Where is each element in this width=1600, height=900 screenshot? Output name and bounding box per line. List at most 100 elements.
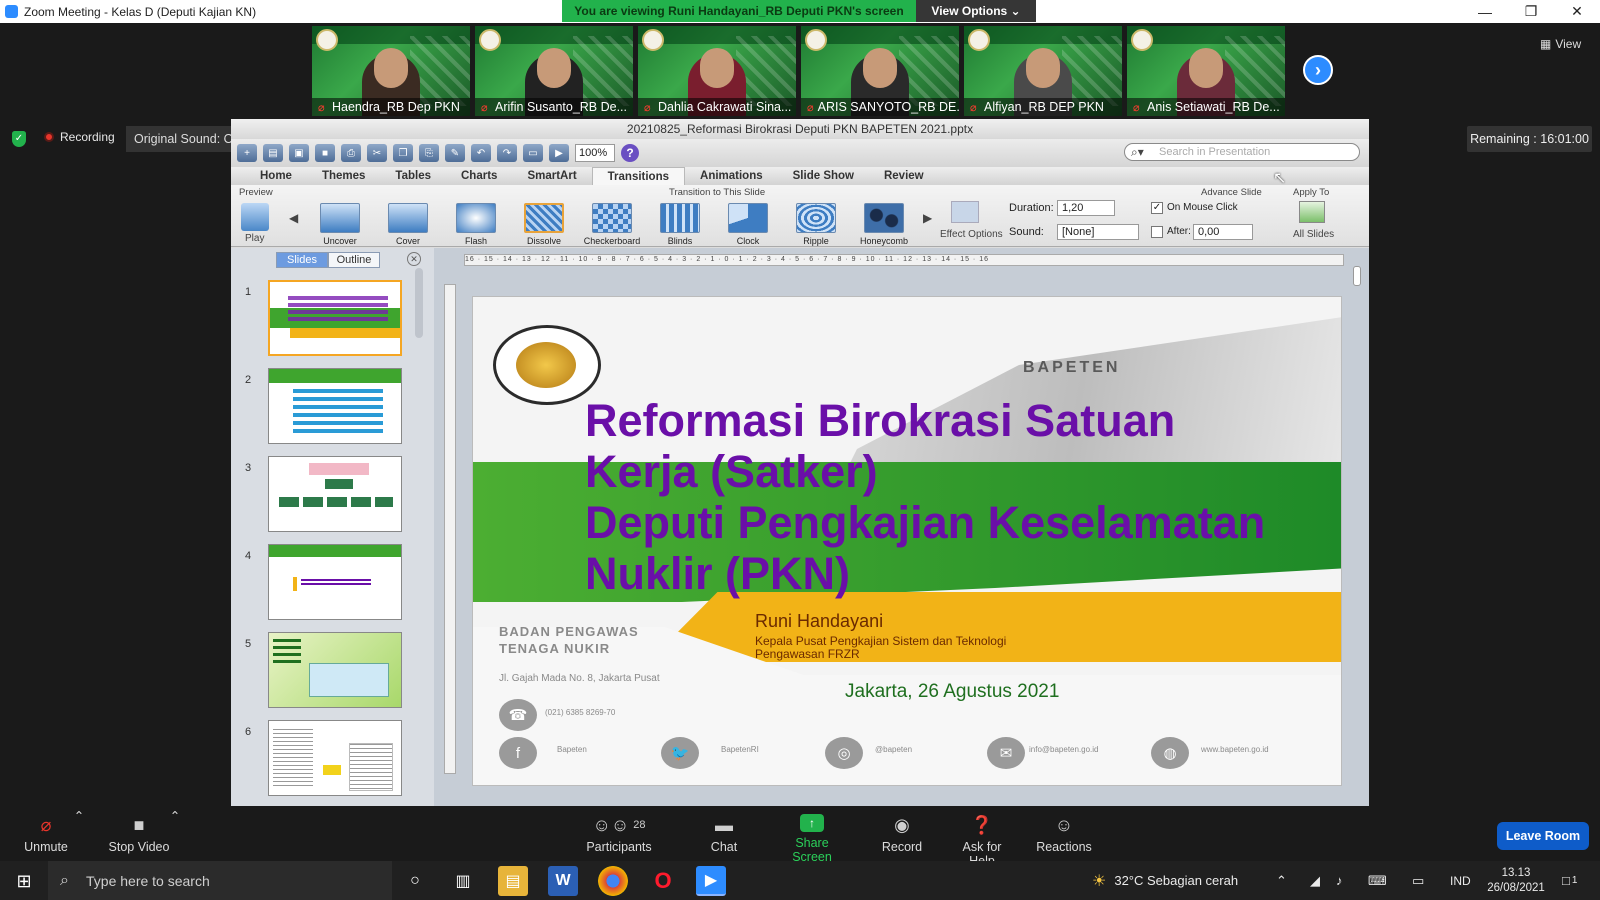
- opera-icon[interactable]: O: [648, 866, 678, 896]
- save-icon[interactable]: ■: [315, 144, 335, 162]
- participant-tile[interactable]: ⌀ ARIS SANYOTO_RB DE...: [801, 26, 959, 116]
- network-icon[interactable]: ◢: [1310, 861, 1320, 900]
- open-icon[interactable]: ▣: [289, 144, 309, 162]
- slide-thumbnail-6[interactable]: [268, 720, 402, 796]
- new-icon[interactable]: +: [237, 144, 257, 162]
- current-slide[interactable]: BAPETEN Reformasi Birokrasi Satuan Kerja…: [472, 296, 1342, 786]
- redo-icon[interactable]: ↷: [497, 144, 517, 162]
- leave-room-button[interactable]: Leave Room: [1497, 822, 1589, 850]
- sound-select[interactable]: [None]: [1057, 224, 1139, 240]
- play-label[interactable]: Play: [245, 233, 264, 244]
- participant-tile[interactable]: ⌀ Anis Setiawati_RB De...: [1127, 26, 1285, 116]
- participant-tile[interactable]: ⌀ Arifin Susanto_RB De...: [475, 26, 633, 116]
- panel-scrollbar[interactable]: [415, 268, 423, 338]
- participants-button[interactable]: ☺☺ 28 Participants: [586, 814, 652, 855]
- tab-smartart[interactable]: SmartArt: [512, 167, 591, 185]
- file-explorer-icon[interactable]: ▤: [498, 866, 528, 896]
- taskbar-search-input[interactable]: ⌕ Type here to search: [48, 861, 392, 900]
- tab-animations[interactable]: Animations: [685, 167, 778, 185]
- slide-show-icon[interactable]: ▶: [549, 144, 569, 162]
- slide-thumbnail-5[interactable]: [268, 632, 402, 708]
- search-input[interactable]: ⌕▾ Search in Presentation: [1124, 143, 1360, 161]
- transition-dissolve[interactable]: Dissolve: [513, 203, 575, 246]
- record-button[interactable]: ◉ Record: [880, 814, 924, 855]
- print-icon[interactable]: ⎙: [341, 144, 361, 162]
- close-panel-icon[interactable]: ✕: [407, 252, 421, 266]
- slide-thumbnail-2[interactable]: [268, 368, 402, 444]
- participant-tile[interactable]: ⌀ Dahlia Cakrawati Sina...: [638, 26, 796, 116]
- tab-slides[interactable]: Slides: [276, 252, 328, 268]
- clock[interactable]: 13.13 26/08/2021: [1480, 861, 1552, 900]
- transition-honeycomb[interactable]: Honeycomb: [853, 203, 915, 246]
- volume-icon[interactable]: ♪: [1336, 861, 1343, 900]
- editor-scrollbar[interactable]: [1353, 266, 1361, 286]
- all-slides-label[interactable]: All Slides: [1293, 229, 1334, 240]
- undo-icon[interactable]: ↶: [471, 144, 491, 162]
- chat-button[interactable]: ▬ Chat: [706, 814, 742, 855]
- transition-uncover[interactable]: Uncover: [309, 203, 371, 246]
- copy-icon[interactable]: ❐: [393, 144, 413, 162]
- maximize-button[interactable]: ❐: [1508, 0, 1554, 23]
- tab-themes[interactable]: Themes: [307, 167, 380, 185]
- participant-tile[interactable]: ⌀ Alfiyan_RB DEP PKN: [964, 26, 1122, 116]
- notifications-icon[interactable]: □ 1: [1562, 861, 1577, 900]
- share-screen-button[interactable]: ↑ Share Screen: [776, 814, 848, 864]
- cut-icon[interactable]: ✂: [367, 144, 387, 162]
- participant-tile[interactable]: ⌀ Haendra_RB Dep PKN: [312, 26, 470, 116]
- transition-clock[interactable]: Clock: [717, 203, 779, 246]
- slide-thumbnail-1[interactable]: [268, 280, 402, 356]
- original-sound-toggle[interactable]: Original Sound: On: [126, 126, 236, 152]
- next-page-icon[interactable]: ›: [1303, 55, 1333, 85]
- tray-chevron-up-icon[interactable]: ⌃: [1276, 861, 1287, 900]
- stop-video-button[interactable]: ■ Stop Video: [107, 814, 171, 855]
- windows-start-icon[interactable]: ⊞: [9, 866, 39, 896]
- effect-options-icon[interactable]: [951, 201, 979, 223]
- tab-slide-show[interactable]: Slide Show: [778, 167, 869, 185]
- after-input[interactable]: 0,00: [1193, 224, 1253, 240]
- video-options-chevron-up-icon[interactable]: ⌃: [168, 808, 182, 823]
- transition-ripple[interactable]: Ripple: [785, 203, 847, 246]
- tab-outline[interactable]: Outline: [328, 252, 380, 268]
- cortana-icon[interactable]: ○: [400, 866, 430, 896]
- zoom-taskbar-icon[interactable]: ▶: [696, 866, 726, 896]
- on-mouse-click-checkbox[interactable]: ✓: [1151, 202, 1163, 214]
- help-icon[interactable]: ?: [621, 144, 639, 162]
- language-indicator[interactable]: IND: [1450, 861, 1471, 900]
- scroll-right-icon[interactable]: ▶: [923, 211, 932, 225]
- view-button[interactable]: ▦ View: [1540, 34, 1590, 54]
- templates-icon[interactable]: ▤: [263, 144, 283, 162]
- transition-cover[interactable]: Cover: [377, 203, 439, 246]
- keyboard-icon[interactable]: ⌨: [1368, 861, 1387, 900]
- minimize-button[interactable]: —: [1462, 0, 1508, 23]
- slide-icon[interactable]: ▭: [523, 144, 543, 162]
- tab-review[interactable]: Review: [869, 167, 939, 185]
- chrome-icon[interactable]: [598, 866, 628, 896]
- apply-all-icon[interactable]: [1299, 201, 1325, 223]
- zoom-select[interactable]: 100%: [575, 144, 615, 162]
- slide-thumbnail-3[interactable]: [268, 456, 402, 532]
- view-options-button[interactable]: View Options ⌄: [916, 0, 1036, 22]
- play-icon[interactable]: [241, 203, 269, 231]
- paste-icon[interactable]: ⎘: [419, 144, 439, 162]
- security-shield-icon[interactable]: ✓: [12, 131, 26, 147]
- weather-widget[interactable]: ☀ 32°C Sebagian cerah: [1092, 861, 1238, 900]
- transition-checkerboard[interactable]: Checkerboard: [581, 203, 643, 246]
- task-view-icon[interactable]: ▥: [448, 866, 478, 896]
- recording-indicator[interactable]: Recording: [44, 130, 115, 144]
- display-icon[interactable]: ▭: [1412, 861, 1424, 900]
- audio-options-chevron-up-icon[interactable]: ⌃: [72, 808, 86, 823]
- word-icon[interactable]: W: [548, 866, 578, 896]
- reactions-button[interactable]: ☺ Reactions: [1036, 814, 1092, 855]
- duration-input[interactable]: 1,20: [1057, 200, 1115, 216]
- tab-tables[interactable]: Tables: [380, 167, 446, 185]
- transition-flash[interactable]: Flash: [445, 203, 507, 246]
- transition-blinds[interactable]: Blinds: [649, 203, 711, 246]
- format-painter-icon[interactable]: ✎: [445, 144, 465, 162]
- after-checkbox[interactable]: [1151, 226, 1163, 238]
- unmute-button[interactable]: ⌀ Unmute: [22, 814, 70, 855]
- effect-options-label[interactable]: Effect Options: [940, 229, 1003, 240]
- close-button[interactable]: ✕: [1554, 0, 1600, 23]
- ask-for-help-button[interactable]: ❓ Ask for Help: [948, 814, 1016, 869]
- tab-charts[interactable]: Charts: [446, 167, 512, 185]
- slide-thumbnail-4[interactable]: [268, 544, 402, 620]
